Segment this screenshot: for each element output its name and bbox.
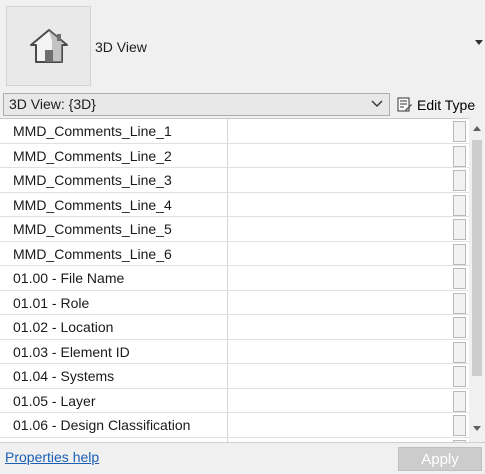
property-row[interactable]: 01.00 - File Name: [0, 266, 469, 291]
property-name: MMD_Comments_Line_4: [0, 192, 228, 216]
property-name: 01.00 - File Name: [0, 266, 228, 290]
property-value-field[interactable]: [229, 291, 451, 315]
property-row[interactable]: 01.03 - Element ID: [0, 339, 469, 364]
house-icon: [29, 29, 68, 63]
scroll-down-arrow-icon[interactable]: [473, 426, 481, 431]
instance-row: 3D View: {3D} Edit Type: [0, 92, 485, 118]
property-row[interactable]: MMD_Comments_Line_3: [0, 168, 469, 193]
property-edit-button[interactable]: [453, 145, 466, 167]
property-name: MMD_Comments_Line_2: [0, 143, 228, 167]
property-row[interactable]: 01.02 - Location: [0, 315, 469, 340]
edit-type-label: Edit Type: [417, 97, 476, 113]
property-edit-button[interactable]: [453, 317, 466, 338]
property-row[interactable]: 01.01 - Role: [0, 290, 469, 315]
property-name: 01.04 - Systems: [0, 364, 228, 388]
property-row[interactable]: 01.05 - Layer: [0, 388, 469, 413]
property-value-field[interactable]: [229, 315, 451, 339]
property-name: 01.01 - Role: [0, 290, 228, 314]
properties-grid: MMD_Comments_Line_1 MMD_Comments_Line_2 MM…: [0, 118, 469, 442]
properties-scrollbar[interactable]: [469, 118, 485, 442]
property-edit-button[interactable]: [453, 292, 466, 314]
property-edit-button[interactable]: [453, 243, 466, 265]
scroll-thumb[interactable]: [472, 140, 482, 376]
property-name: 01.05 - Layer: [0, 388, 228, 412]
property-edit-button[interactable]: [453, 390, 466, 412]
property-value-field[interactable]: [229, 144, 451, 168]
property-row[interactable]: MMD_Comments_Line_5: [0, 217, 469, 242]
type-thumbnail: [6, 6, 91, 86]
property-edit-button[interactable]: [453, 268, 466, 289]
scroll-up-arrow-icon[interactable]: [473, 126, 481, 131]
property-value-field[interactable]: [229, 242, 451, 266]
property-name: MMD_Comments_Line_3: [0, 168, 228, 192]
property-edit-button[interactable]: [453, 194, 466, 216]
property-value-field[interactable]: [229, 266, 451, 290]
property-value-field[interactable]: [229, 413, 451, 437]
property-row[interactable]: MMD_Comments_Line_4: [0, 192, 469, 217]
properties-footer: Properties help Apply: [0, 442, 485, 474]
property-value-field[interactable]: [229, 217, 451, 241]
property-row[interactable]: MMD_Comments_Line_2: [0, 143, 469, 168]
type-dropdown-arrow-icon[interactable]: [475, 40, 483, 45]
property-name: MMD_Comments_Line_6: [0, 241, 228, 265]
property-name: 01.02 - Location: [0, 315, 228, 339]
property-row[interactable]: MMD_Comments_Line_1: [0, 119, 469, 144]
property-value-field[interactable]: [229, 119, 451, 143]
property-name: MMD_Comments_Line_5: [0, 217, 228, 241]
property-value-field[interactable]: [229, 168, 451, 192]
property-edit-button[interactable]: [453, 366, 466, 387]
property-edit-button[interactable]: [453, 219, 466, 240]
instance-selector-dropdown[interactable]: 3D View: {3D}: [3, 93, 390, 116]
property-value-field[interactable]: [229, 340, 451, 364]
property-value-field[interactable]: [229, 364, 451, 388]
property-row[interactable]: MMD_Comments_Line_6: [0, 241, 469, 266]
chevron-down-icon: [371, 100, 383, 107]
edit-type-button[interactable]: Edit Type: [397, 94, 475, 116]
property-value-field[interactable]: [229, 193, 451, 217]
property-name: MMD_Comments_Line_1: [0, 119, 228, 143]
property-edit-button[interactable]: [453, 415, 466, 436]
property-name: 01.06 - Design Classification: [0, 413, 228, 437]
instance-selector-value: 3D View: {3D}: [9, 96, 96, 112]
property-edit-button[interactable]: [453, 170, 466, 191]
property-name: 01.03 - Element ID: [0, 339, 228, 363]
property-edit-button[interactable]: [453, 341, 466, 363]
property-row[interactable]: 01.06 - Design Classification: [0, 413, 469, 438]
property-edit-button[interactable]: [453, 121, 466, 142]
edit-type-icon: [397, 97, 412, 112]
apply-button[interactable]: Apply: [398, 447, 482, 471]
type-name: 3D View: [95, 39, 147, 55]
type-selector[interactable]: 3D View: [0, 0, 485, 92]
property-row[interactable]: 01.04 - Systems: [0, 364, 469, 389]
property-value-field[interactable]: [229, 389, 451, 413]
properties-help-link[interactable]: Properties help: [5, 449, 99, 465]
